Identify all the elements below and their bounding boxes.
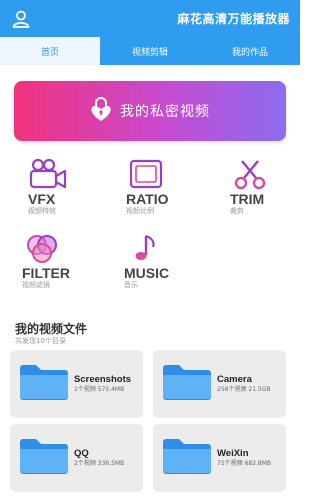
folder-info: QQ 2个视频 336.5MB xyxy=(74,448,124,468)
user-icon[interactable] xyxy=(10,8,32,30)
ratio-frame-icon xyxy=(126,158,216,192)
tab-my-works[interactable]: 我的作品 xyxy=(200,37,300,65)
tool-music-sub: 音乐 xyxy=(124,281,138,289)
folder-count: 75个视频 xyxy=(217,460,243,467)
folder-icon xyxy=(18,436,70,480)
folder-name: Screenshots xyxy=(74,374,132,385)
folder-meta: 256个视频 21.5GB xyxy=(217,386,271,394)
folder-card-weixin[interactable]: WeiXin 75个视频 682.8MB xyxy=(153,424,286,492)
tool-ratio-name: RATIO xyxy=(126,191,169,207)
tool-ratio[interactable]: RATIO 视频比例 xyxy=(126,158,216,218)
folder-size: 575.4MB xyxy=(97,386,125,393)
folder-meta: 1个视频 575.4MB xyxy=(74,386,131,394)
tool-vfx-sub: 视频特效 xyxy=(28,207,56,215)
folder-count: 2个视频 xyxy=(74,460,96,467)
scissors-icon xyxy=(230,158,320,192)
app-header: 麻花高清万能播放器 xyxy=(0,0,300,37)
tab-home[interactable]: 首页 xyxy=(0,37,100,65)
private-video-label: 我的私密视频 xyxy=(120,104,210,120)
folder-icon xyxy=(161,362,213,406)
folder-size: 21.5GB xyxy=(248,386,271,393)
tool-ratio-sub: 视频比例 xyxy=(126,207,154,215)
folder-card-qq[interactable]: QQ 2个视频 336.5MB xyxy=(10,424,143,492)
folder-info: Camera 256个视频 21.5GB xyxy=(217,374,271,394)
folder-name: Camera xyxy=(217,374,252,385)
private-video-button[interactable]: 我的私密视频 xyxy=(14,81,286,141)
tool-filter-sub: 视频滤镜 xyxy=(22,281,50,289)
app-title: 麻花高清万能播放器 xyxy=(177,12,290,26)
tool-filter-name: FILTER xyxy=(22,265,70,281)
tool-filter[interactable]: FILTER 视频滤镜 xyxy=(22,232,112,292)
files-section-title: 我的视频文件 xyxy=(15,322,88,336)
camera-icon xyxy=(28,158,118,192)
tab-bar: 首页 视频剪辑 我的作品 xyxy=(0,37,300,65)
folder-name: QQ xyxy=(74,448,89,459)
tool-vfx[interactable]: VFX 视频特效 xyxy=(28,158,118,218)
filter-circles-icon xyxy=(22,232,112,266)
tool-music[interactable]: MUSIC 音乐 xyxy=(124,232,214,292)
folder-icon xyxy=(161,436,213,480)
folder-info: WeiXin 75个视频 682.8MB xyxy=(217,448,271,468)
folder-icon xyxy=(18,362,70,406)
folder-meta: 75个视频 682.8MB xyxy=(217,460,271,468)
folder-count: 256个视频 xyxy=(217,386,247,393)
tab-video-edit[interactable]: 视频剪辑 xyxy=(100,37,200,65)
files-section-subtitle: 共发现10个目录 xyxy=(15,337,66,345)
tool-trim[interactable]: TRIM 裁剪 xyxy=(230,158,320,218)
music-note-icon xyxy=(124,232,214,266)
folder-size: 336.5MB xyxy=(97,460,125,467)
lock-heart-icon xyxy=(90,96,112,126)
folder-info: Screenshots 1个视频 575.4MB xyxy=(74,374,131,394)
folder-name: WeiXin xyxy=(217,448,249,459)
tool-music-name: MUSIC xyxy=(124,265,170,281)
folder-count: 1个视频 xyxy=(74,386,96,393)
folder-meta: 2个视频 336.5MB xyxy=(74,460,124,468)
tool-vfx-name: VFX xyxy=(28,191,56,207)
folder-size: 682.8MB xyxy=(244,460,272,467)
folder-card-screenshots[interactable]: Screenshots 1个视频 575.4MB xyxy=(10,350,143,418)
folder-card-camera[interactable]: Camera 256个视频 21.5GB xyxy=(153,350,286,418)
tool-trim-name: TRIM xyxy=(230,191,265,207)
tool-trim-sub: 裁剪 xyxy=(230,207,244,215)
